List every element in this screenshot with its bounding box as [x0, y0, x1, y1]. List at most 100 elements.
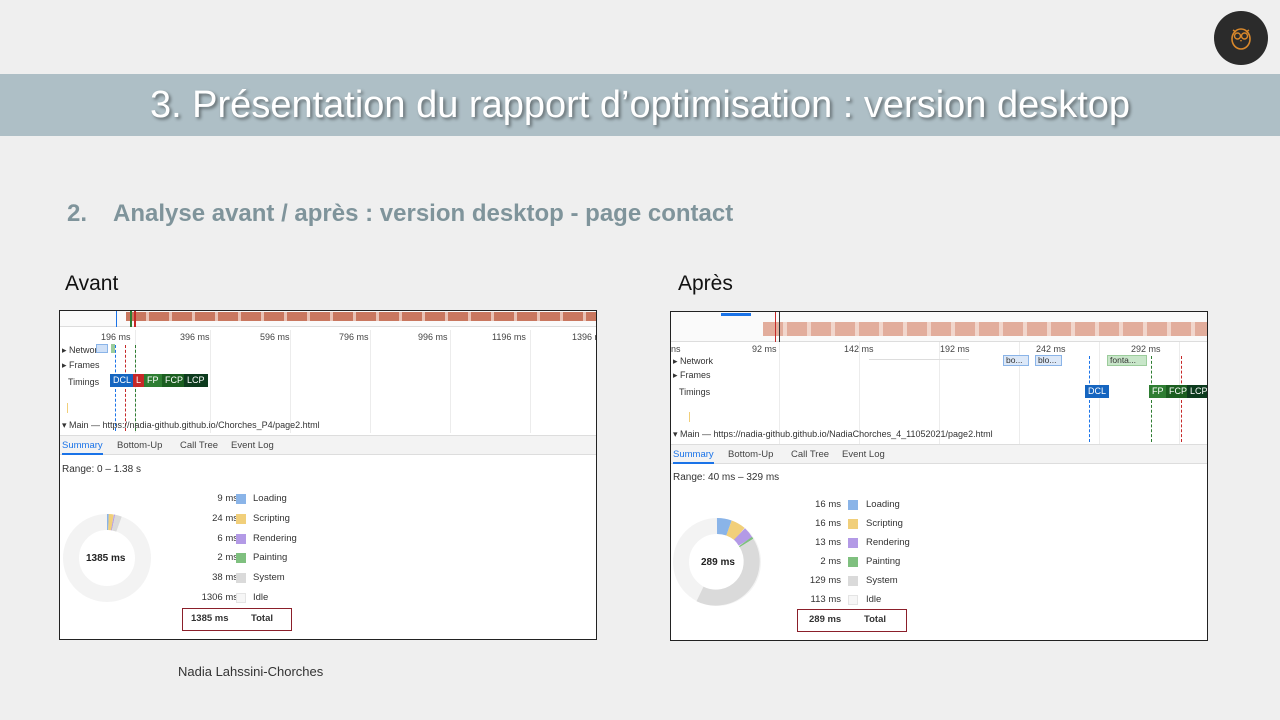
grid-line [370, 330, 371, 433]
legend-name: Loading [253, 493, 287, 504]
legend-row-painting: 2 ms Painting [781, 556, 911, 568]
legend-name: Painting [253, 552, 288, 563]
tab-bottom-up[interactable]: Bottom-Up [728, 449, 773, 460]
summary-range: Range: 40 ms – 329 ms [673, 472, 780, 483]
legend-row-idle: 1306 ms Idle [170, 592, 300, 604]
subtitle-text: Analyse avant / après : version desktop … [113, 200, 734, 227]
time-tick: 1396 ms [572, 332, 596, 342]
legend-value: 6 ms [217, 533, 238, 544]
main-thread-track[interactable]: ▾ Main — https://nadia-github.github.io/… [673, 429, 993, 440]
track-label: Frames [680, 370, 711, 380]
legend-swatch [848, 519, 858, 529]
tab-summary[interactable]: Summary [673, 449, 714, 464]
legend-row-idle: 113 ms Idle [781, 594, 911, 606]
legend-name: Idle [253, 592, 269, 603]
details-tabbar: Summary Bottom-Up Call Tree Event Log [60, 435, 596, 455]
legend-value: 129 ms [809, 575, 841, 586]
total-highlight-box: 1385 ms Total [182, 608, 292, 631]
tab-event-log[interactable]: Event Log [231, 440, 274, 451]
tab-event-log[interactable]: Event Log [842, 449, 885, 460]
tab-summary[interactable]: Summary [62, 440, 103, 455]
frames-overview [126, 312, 596, 321]
tab-bottom-up[interactable]: Bottom-Up [117, 440, 162, 451]
grid-line [450, 330, 451, 433]
grid-line [210, 330, 211, 433]
legend-name: Rendering [253, 533, 297, 544]
timing-badge-lcp[interactable]: LCP [1187, 385, 1207, 398]
donut-rendering [733, 528, 753, 546]
frames-overview [763, 322, 1207, 336]
legend-value: 16 ms [815, 499, 841, 510]
legend-swatch [236, 553, 246, 563]
timing-badge-dcl[interactable]: DCL [1085, 385, 1110, 398]
main-thread-url: Main — https://nadia-github.github.io/Ch… [69, 420, 320, 430]
total-value: 289 ms [809, 614, 842, 625]
timing-badge-lcp[interactable]: LCP [184, 374, 208, 387]
main-thread-track[interactable]: ▾ Main — https://nadia-github.github.io/… [62, 420, 320, 431]
time-tick: 92 ms [752, 344, 777, 354]
network-line [869, 359, 969, 360]
fp-marker [1151, 356, 1152, 442]
before-label: Avant [65, 272, 119, 295]
track-label: Network [680, 356, 714, 366]
legend-name: Rendering [866, 537, 910, 548]
legend-value: 38 ms [212, 572, 238, 583]
donut-scripting [725, 520, 745, 541]
total-highlight-box: 289 ms Total [797, 609, 907, 632]
time-tick: 142 ms [844, 344, 874, 354]
legend-name: System [253, 572, 285, 583]
track-timings[interactable]: Timings [68, 377, 99, 387]
owl-icon [1231, 28, 1251, 50]
legend-row-loading: 9 ms Loading [170, 493, 300, 505]
legend-row-rendering: 6 ms Rendering [170, 533, 300, 545]
tab-call-tree[interactable]: Call Tree [791, 449, 829, 460]
time-tick: 1196 ms [492, 332, 526, 342]
legend-value: 24 ms [212, 513, 238, 524]
network-request[interactable]: bo... [1003, 355, 1029, 366]
track-timings[interactable]: Timings [679, 387, 710, 397]
legend-value: 16 ms [815, 518, 841, 529]
network-request[interactable]: fonta... [1107, 355, 1147, 366]
legend-name: Scripting [253, 513, 290, 524]
time-tick: 196 ms [101, 332, 131, 342]
legend-value: 1306 ms [201, 592, 238, 603]
slide-title: 3. Présentation du rapport d’optimisatio… [149, 84, 1131, 126]
legend-swatch [236, 514, 246, 524]
legend-row-system: 129 ms System [781, 575, 911, 587]
network-overview [721, 313, 751, 316]
timing-badge-fcp[interactable]: FCP [162, 374, 186, 387]
network-request[interactable] [96, 344, 108, 353]
track-frames[interactable]: ▸ Frames [673, 370, 711, 381]
timing-badge-l[interactable]: L [133, 374, 145, 387]
range-marker [116, 311, 117, 327]
legend-row-scripting: 24 ms Scripting [170, 513, 300, 525]
legend-swatch [848, 557, 858, 567]
range-marker [779, 312, 780, 342]
details-tabbar: Summary Bottom-Up Call Tree Event Log [671, 444, 1207, 464]
total-label: Total [864, 614, 886, 625]
dcl-marker [115, 345, 116, 431]
timing-badge-fp[interactable]: FP [1149, 385, 1167, 398]
legend-name: System [866, 575, 898, 586]
network-request[interactable]: blo... [1035, 355, 1062, 366]
donut-painting [738, 536, 754, 548]
after-performance-panel: ns 92 ms 142 ms 192 ms 242 ms 292 ms ▸ N… [670, 311, 1208, 641]
range-marker [134, 311, 136, 327]
legend-value: 2 ms [820, 556, 841, 567]
legend-swatch [236, 534, 246, 544]
load-marker [125, 345, 126, 431]
track-network[interactable]: ▸ Network [673, 356, 713, 367]
timing-badge-dcl[interactable]: DCL [110, 374, 135, 387]
legend-swatch [848, 595, 858, 605]
tab-call-tree[interactable]: Call Tree [180, 440, 218, 451]
legend-row-painting: 2 ms Painting [170, 552, 300, 564]
track-frames[interactable]: ▸ Frames [62, 360, 100, 371]
legend-swatch [236, 593, 246, 603]
legend-row-system: 38 ms System [170, 572, 300, 584]
legend-row-scripting: 16 ms Scripting [781, 518, 911, 530]
range-marker [130, 311, 132, 327]
activity-tick [67, 403, 68, 413]
before-performance-panel: 196 ms 396 ms 596 ms 796 ms 996 ms 1196 … [59, 310, 597, 640]
time-tick: 796 ms [339, 332, 369, 342]
timing-badge-fp[interactable]: FP [144, 374, 162, 387]
